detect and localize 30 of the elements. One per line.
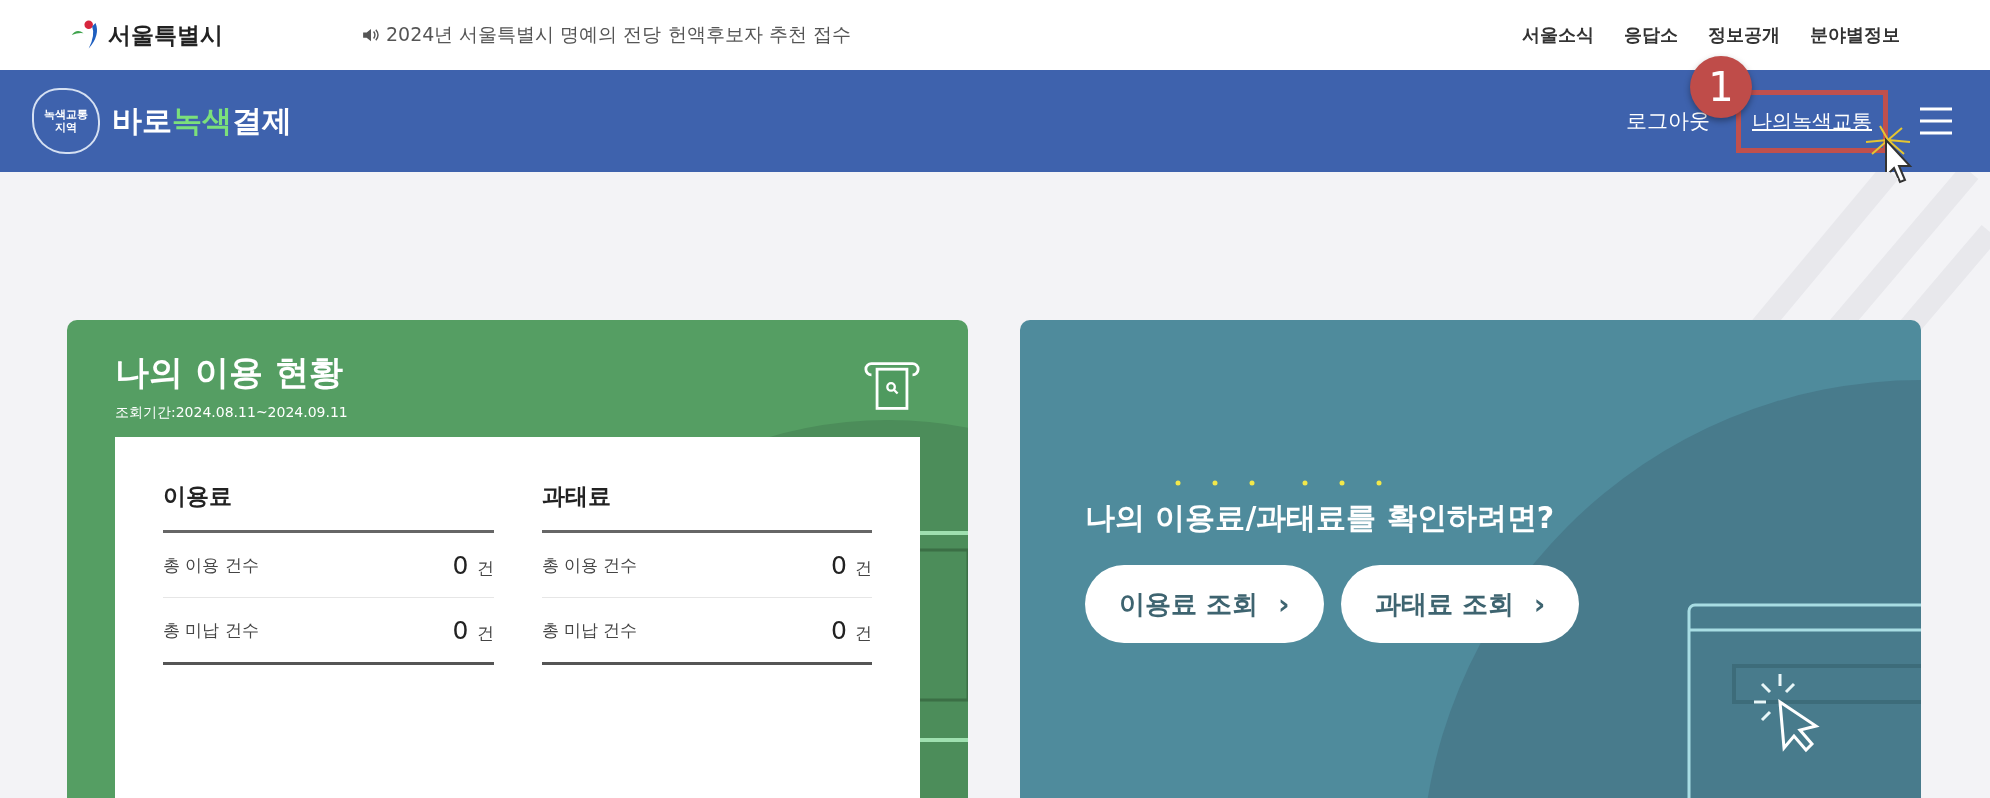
count-label: 총 미납 건수 (541, 618, 638, 642)
count-unit: 건 (855, 557, 872, 578)
count-value: 0 (452, 550, 469, 580)
count-label: 총 미납 건수 (163, 618, 259, 642)
my-traffic-link[interactable]: 나의녹색교통 (1752, 108, 1872, 133)
group-heading: 이용료 (163, 481, 494, 533)
count-unit: 건 (476, 557, 494, 578)
lookup-button[interactable]: 이용료 조회 › (1085, 565, 1324, 643)
top-nav-link[interactable]: 서울소식 (1522, 23, 1594, 47)
card-title: 나의 이용 현황 (115, 351, 344, 394)
top-nav-link[interactable]: 분야별정보 (1810, 23, 1900, 47)
count-unit: 건 (476, 622, 494, 643)
notice-link[interactable]: 2024년 서울특별시 명예의 전당 헌액후보자 추천 접수 (386, 22, 851, 48)
org-name[interactable]: 서울특별시 (108, 19, 223, 51)
site-title[interactable]: 바로녹색결제 (112, 100, 292, 142)
count-value: 0 (831, 550, 847, 580)
speaker-icon (362, 28, 380, 42)
group-heading: 과태료 (541, 481, 872, 533)
top-nav-link[interactable]: 응답소 (1624, 23, 1678, 47)
lookup-button[interactable]: 과태료 조회 › (1340, 565, 1580, 643)
count-value: 0 (452, 615, 469, 645)
count-label: 총 이용 건수 (541, 553, 638, 577)
count-label: 총 이용 건수 (163, 553, 259, 577)
count-unit: 건 (855, 622, 872, 643)
district-emblem: 녹색교통 지역 (32, 88, 100, 154)
lookup-question: 나의 이용료/과태료를 확인하려면? (1085, 499, 1556, 537)
menu-icon[interactable] (1918, 106, 1954, 136)
count-value: 0 (831, 615, 847, 645)
top-nav-link[interactable]: 정보공개 (1708, 23, 1780, 47)
lookup-period: 조회기간:2024.08.11~2024.09.11 (115, 404, 348, 422)
